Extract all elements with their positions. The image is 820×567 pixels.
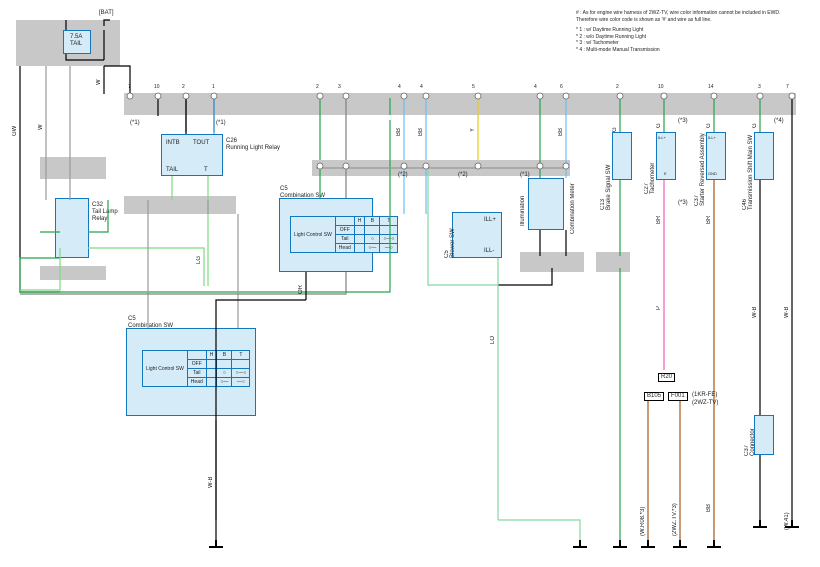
wl-g2: G <box>656 118 662 128</box>
wl-br2: BR <box>656 210 662 224</box>
star3a: (*3) <box>678 118 688 125</box>
wl-lg: LG <box>196 250 202 264</box>
wl-g3: G <box>706 118 712 128</box>
wl-lo: LO <box>490 330 496 344</box>
ground-8 <box>785 520 799 534</box>
ground-6 <box>707 540 721 554</box>
wl-br: BR <box>706 210 712 224</box>
star2b: (*2) <box>458 172 468 179</box>
wl-wb2: W-B <box>208 470 214 488</box>
wl-or: OR <box>298 280 304 294</box>
bot-bb1: BB <box>706 498 712 512</box>
star1b: (*1) <box>216 120 226 127</box>
wl-bb: BB <box>396 122 402 136</box>
wl-w1: W <box>38 120 44 130</box>
notes-header: # : As for engine wire harness of 2WZ-TV… <box>576 10 801 23</box>
ground-3 <box>613 540 627 554</box>
wl-y: Y <box>470 122 476 132</box>
wl-wb3: W-B <box>784 300 790 318</box>
wl-g: G <box>612 122 618 132</box>
wl-gw: GW <box>12 120 18 136</box>
bot-a: (W.R08.*3) <box>640 490 646 536</box>
bot-c: (2WZ.TV.*3) <box>672 490 678 536</box>
note-4: * 4 : Multi-mode Manual Transmission <box>576 47 801 54</box>
star1a: (*1) <box>130 120 140 127</box>
wl-bb3: BB <box>558 122 564 136</box>
ground-5 <box>673 540 687 554</box>
wl-g4: G <box>752 118 758 128</box>
star1c: (*1) <box>520 172 530 179</box>
star3b: (*3) <box>678 200 688 207</box>
b105-box: B105 <box>644 392 664 401</box>
star4a: (*4) <box>774 118 784 125</box>
wl-bb2: BB <box>418 122 424 136</box>
wz-tv: (2WZ-TV) <box>692 400 718 407</box>
f001-box: F001 <box>668 392 688 401</box>
wiring-svg <box>0 0 820 567</box>
star2a: (*2) <box>398 172 408 179</box>
kr-fe: (1KR-FE) <box>692 392 717 399</box>
wl-wb: W-B <box>752 300 758 318</box>
ground-7 <box>753 520 767 534</box>
ground-1 <box>209 540 223 554</box>
rm-box: R20 <box>658 373 675 382</box>
ground-4 <box>641 540 655 554</box>
notes-block: # : As for engine wire harness of 2WZ-TV… <box>576 10 801 53</box>
wl-w2: W <box>96 75 102 85</box>
wl-p: P <box>656 300 662 310</box>
ground-2 <box>573 540 587 554</box>
